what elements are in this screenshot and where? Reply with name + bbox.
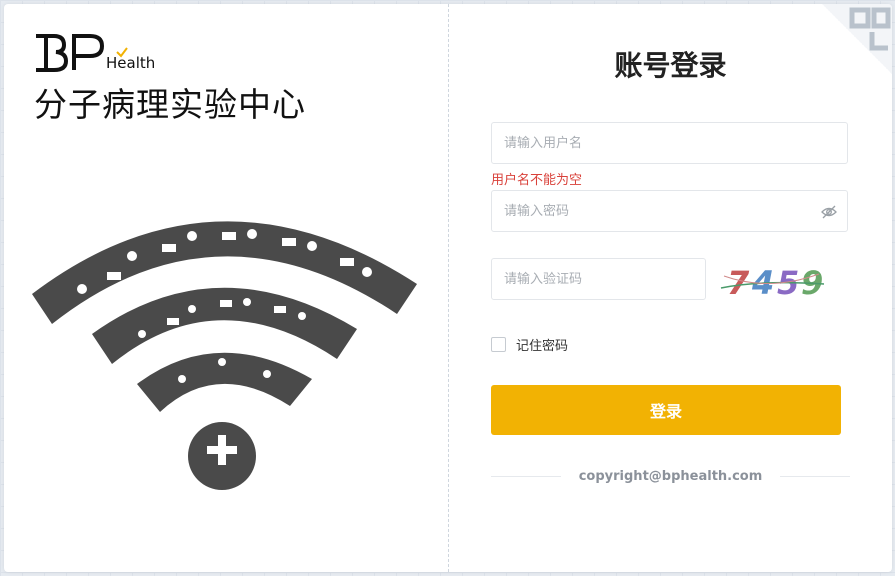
login-title: 账号登录 xyxy=(614,49,727,82)
copyright-row: copyright@bphealth.com xyxy=(491,466,850,486)
captcha-field[interactable] xyxy=(491,258,706,300)
eye-off-icon[interactable] xyxy=(821,204,837,220)
password-field[interactable] xyxy=(491,190,848,232)
remember-label: 记住密码 xyxy=(516,339,569,354)
captcha-digit: 7 xyxy=(727,264,750,302)
username-input[interactable] xyxy=(492,123,847,163)
login-button[interactable]: 登录 xyxy=(491,385,841,435)
wifi-arc-middle xyxy=(92,287,357,364)
divider-line xyxy=(491,475,561,477)
logo-health-text: Health xyxy=(106,54,154,72)
brand-panel: Health 分子病理实验中心 xyxy=(4,4,448,572)
remember-checkbox[interactable] xyxy=(491,337,506,352)
password-input[interactable] xyxy=(492,191,847,231)
username-field[interactable] xyxy=(491,122,848,164)
remember-password[interactable]: 记住密码 xyxy=(491,335,568,354)
medical-wifi-illustration xyxy=(32,221,417,490)
copyright-text: copyright@bphealth.com xyxy=(578,468,763,484)
page-title: 分子病理实验中心 xyxy=(34,85,306,124)
divider-line xyxy=(780,475,850,477)
bphealth-logo: Health xyxy=(36,34,154,72)
captcha-input[interactable] xyxy=(492,259,705,299)
login-panel: 账号登录 用户名不能为空 7 4 5 9 xyxy=(449,4,892,572)
login-card: Health 分子病理实验中心 账号登录 请输入用户名 用户名不能为空 请输入验… xyxy=(4,4,892,572)
username-error: 用户名不能为空 xyxy=(491,173,583,188)
captcha-image[interactable]: 7 4 5 9 xyxy=(719,262,829,302)
